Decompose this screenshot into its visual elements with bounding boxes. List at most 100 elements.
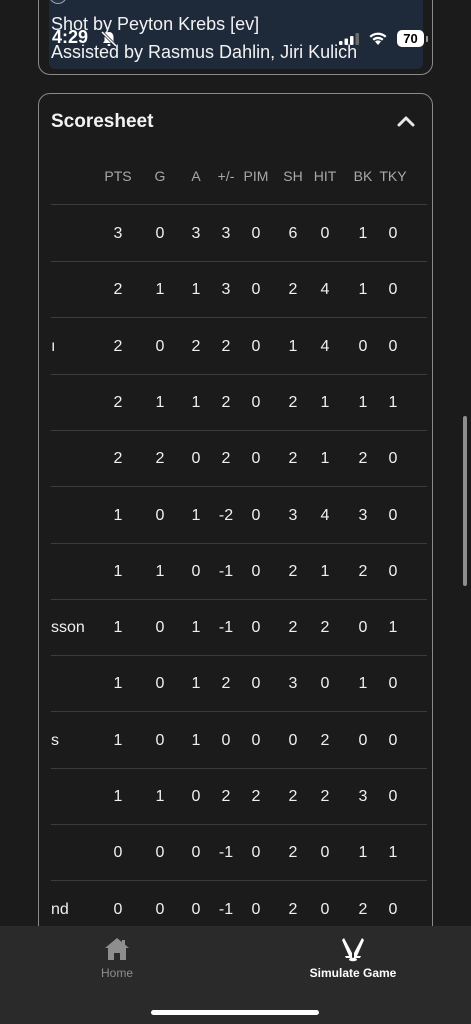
stat-bk: 0	[358, 731, 368, 749]
stat-pim: 0	[251, 337, 261, 355]
stat-g: 0	[155, 506, 165, 524]
stat-hit: 4	[320, 506, 330, 524]
player-name[interactable]: s	[51, 732, 59, 750]
stat-pim: 2	[251, 788, 261, 805]
stat-g: 2	[155, 450, 165, 468]
stat-a: 1	[191, 619, 201, 637]
stat-pim: 0	[251, 675, 261, 693]
stat-pim: 0	[251, 393, 261, 411]
stat-sh: 1	[288, 337, 298, 355]
stat-pim: 0	[251, 731, 261, 749]
column-header-pts[interactable]: PTS	[101, 168, 135, 184]
stat-tky: 0	[388, 675, 398, 693]
player-name[interactable]: nd	[51, 901, 69, 919]
player-name[interactable]: sson	[51, 619, 85, 637]
tab-simulate-game-label: Simulate Game	[309, 966, 397, 980]
table-row[interactable]: 2 1 1 2 0 2 1 1 1	[51, 375, 427, 431]
stat-g: 0	[155, 844, 165, 862]
stat-g: 0	[155, 731, 165, 749]
column-header-sh[interactable]: SH	[276, 168, 310, 184]
table-row[interactable]: 1 0 1 -2 0 3 4 3 0	[51, 488, 427, 544]
stat-g: 0	[155, 225, 165, 242]
stat-hit: 0	[320, 900, 330, 918]
stat-bk: 1	[358, 675, 368, 693]
column-header-pim[interactable]: PIM	[239, 168, 273, 184]
stat-hit: 1	[320, 450, 330, 468]
stat-pts: 0	[113, 844, 123, 862]
stat-plus-minus: -1	[218, 619, 234, 637]
column-header-g[interactable]: G	[143, 168, 177, 184]
stat-pts: 1	[113, 675, 123, 693]
stat-bk: 1	[358, 393, 368, 411]
stat-plus-minus: -1	[218, 844, 234, 862]
table-row[interactable]: 1 1 0 2 2 2 2 3 0	[51, 769, 427, 825]
cellular-signal-icon	[339, 33, 359, 45]
stat-sh: 3	[288, 675, 298, 693]
stat-tky: 0	[388, 900, 398, 918]
stat-tky: 1	[388, 619, 398, 637]
table-row[interactable]: 3 0 3 3 0 6 0 1 0	[51, 206, 427, 262]
stat-pts: 1	[113, 731, 123, 749]
stat-tky: 0	[388, 506, 398, 524]
stat-pim: 0	[251, 562, 261, 580]
scrollbar[interactable]	[463, 416, 467, 586]
column-header-tky[interactable]: TKY	[376, 168, 410, 184]
column-header-bk[interactable]: BK	[346, 168, 380, 184]
stat-g: 1	[155, 562, 165, 580]
table-row[interactable]: s 1 0 1 0 0 0 2 0 0	[51, 713, 427, 769]
stat-a: 0	[191, 450, 201, 468]
tab-home[interactable]: Home	[72, 926, 162, 996]
stat-sh: 6	[288, 225, 298, 242]
stat-pts: 2	[113, 393, 123, 411]
stat-tky: 0	[388, 562, 398, 580]
stat-hit: 0	[320, 844, 330, 862]
stat-a: 0	[191, 788, 201, 805]
stat-pts: 1	[113, 788, 123, 805]
screen: Shot by Peyton Krebs [ev] Assisted by Ra…	[0, 0, 471, 1024]
stat-tky: 0	[388, 225, 398, 242]
column-header-a[interactable]: A	[179, 168, 213, 184]
stat-bk: 0	[358, 619, 368, 637]
chevron-up-icon[interactable]	[393, 110, 419, 132]
stat-tky: 1	[388, 393, 398, 411]
stat-bk: 2	[358, 562, 368, 580]
stat-g: 1	[155, 281, 165, 299]
stat-hit: 1	[320, 393, 330, 411]
column-header-hit[interactable]: HIT	[308, 168, 342, 184]
stat-sh: 2	[288, 450, 298, 468]
status-time: 4:29	[52, 27, 89, 47]
stat-a: 2	[191, 337, 201, 355]
scoresheet-card: Scoresheet PTS G A +/- PIM SH HIT BK TKY…	[38, 93, 433, 993]
home-indicator[interactable]	[151, 1010, 319, 1015]
stat-sh: 0	[288, 731, 298, 749]
table-row[interactable]: 2 1 1 3 0 2 4 1 0	[51, 262, 427, 319]
stat-hit: 0	[320, 225, 330, 242]
stat-pim: 0	[251, 900, 261, 918]
stat-sh: 2	[288, 562, 298, 580]
stat-plus-minus: 2	[221, 337, 231, 355]
stat-bk: 3	[358, 788, 368, 805]
table-row[interactable]: ı 2 0 2 2 0 1 4 0 0	[51, 319, 427, 375]
table-row[interactable]: 1 1 0 -1 0 2 1 2 0	[51, 544, 427, 600]
stat-sh: 2	[288, 619, 298, 637]
table-row[interactable]: 2 2 0 2 0 2 1 2 0	[51, 431, 427, 488]
stat-hit: 1	[320, 562, 330, 580]
table-row[interactable]: 0 0 0 -1 0 2 0 1 1	[51, 825, 427, 882]
stat-pim: 0	[251, 225, 261, 242]
table-row[interactable]: sson 1 0 1 -1 0 2 2 0 1	[51, 600, 427, 657]
wifi-icon	[369, 32, 387, 45]
stat-plus-minus: 0	[221, 731, 231, 749]
tab-simulate-game[interactable]: Simulate Game	[292, 926, 414, 996]
column-header-plus-minus[interactable]: +/-	[209, 168, 243, 184]
stat-plus-minus: 2	[221, 393, 231, 411]
table-row[interactable]: 1 0 1 2 0 3 0 1 0	[51, 656, 427, 713]
stat-plus-minus: -2	[218, 506, 234, 524]
hockey-sticks-icon	[342, 938, 364, 962]
stat-g: 0	[155, 900, 165, 918]
stat-pim: 0	[251, 281, 261, 299]
scoresheet-table[interactable]: PTS G A +/- PIM SH HIT BK TKY 3 0 3 3 0 6 0 1 0 2…	[51, 150, 427, 992]
stat-hit: 2	[320, 788, 330, 805]
player-name[interactable]: ı	[51, 338, 55, 356]
stat-bk: 3	[358, 506, 368, 524]
stat-a: 1	[191, 506, 201, 524]
